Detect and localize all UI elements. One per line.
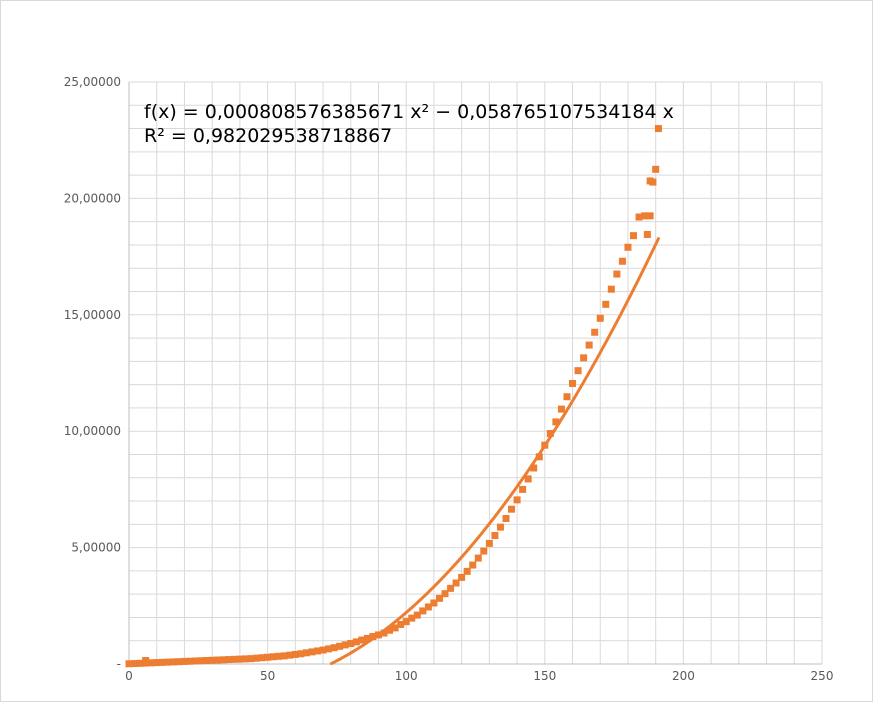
data-point <box>463 567 471 575</box>
data-point <box>480 547 488 555</box>
data-point <box>142 657 150 665</box>
data-point <box>491 531 499 539</box>
y-tick-label: 10,00000 <box>64 424 121 438</box>
data-point <box>546 430 554 438</box>
data-point <box>613 270 621 278</box>
trendline-equation: f(x) = 0,000808576385671 x² − 0,05876510… <box>144 101 674 123</box>
data-point <box>596 314 604 322</box>
x-tick-label: 250 <box>811 669 834 683</box>
data-point <box>541 441 549 449</box>
data-point <box>508 505 516 513</box>
data-point <box>496 523 504 531</box>
data-point <box>519 485 527 493</box>
y-tick-label: 25,00000 <box>64 75 121 89</box>
y-tick-label: 5,00000 <box>71 541 121 555</box>
trendline-path <box>329 237 660 666</box>
scatter-chart: 0 50 100 150 200 250 - 5,00000 10,00000 15,00000 2… <box>64 75 834 683</box>
chart-frame: 0 50 100 150 200 250 - 5,00000 10,00000 15,00000 2… <box>0 0 873 702</box>
x-tick-label: 200 <box>672 669 695 683</box>
data-point <box>602 300 610 308</box>
data-point <box>552 418 560 426</box>
data-point <box>502 515 510 522</box>
trendline-r-squared: R² = 0,982029538718867 <box>144 125 392 147</box>
data-point <box>530 464 538 472</box>
x-tick-label: 100 <box>395 669 418 683</box>
data-point <box>535 453 543 461</box>
y-tick-label: 15,00000 <box>64 308 121 322</box>
data-point <box>618 257 626 265</box>
data-point <box>557 405 565 413</box>
data-point <box>607 285 615 293</box>
data-point <box>469 561 477 569</box>
x-tick-label: 50 <box>260 669 275 683</box>
grid-lines <box>128 81 823 665</box>
trendline <box>329 237 660 666</box>
axes <box>128 82 822 665</box>
data-point <box>563 393 571 401</box>
data-point <box>652 165 660 173</box>
x-tick-label: 0 <box>125 669 133 683</box>
x-tick-label: 150 <box>533 669 556 683</box>
data-point <box>624 243 632 251</box>
data-point <box>574 367 582 375</box>
data-points <box>125 125 662 668</box>
data-point <box>643 230 651 238</box>
data-point <box>513 496 521 504</box>
data-point <box>485 539 493 547</box>
y-tick-label: 20,00000 <box>64 191 121 205</box>
data-point <box>630 232 638 240</box>
data-point <box>654 125 662 133</box>
data-point <box>524 475 532 483</box>
data-point <box>569 379 577 387</box>
data-point <box>591 328 599 336</box>
data-point <box>646 212 654 220</box>
data-point <box>458 573 466 581</box>
data-point <box>474 554 482 562</box>
y-tick-label: - <box>117 657 121 671</box>
data-point <box>649 178 657 186</box>
data-point <box>585 341 593 349</box>
data-point <box>580 354 588 362</box>
